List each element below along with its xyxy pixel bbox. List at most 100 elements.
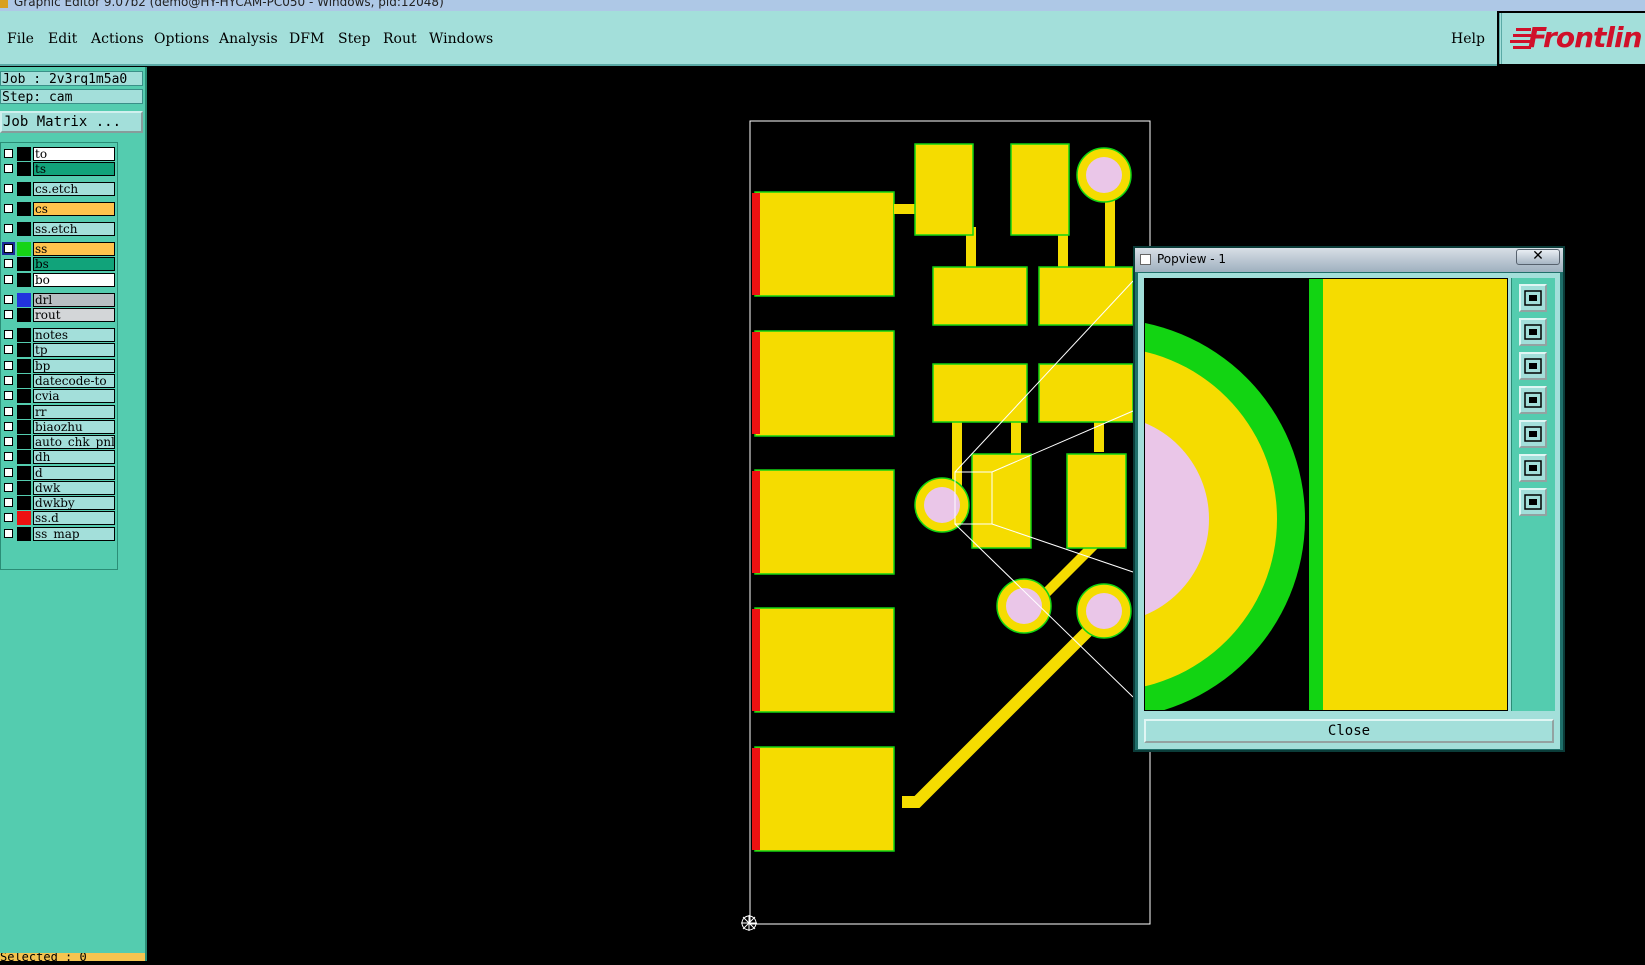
menu-help[interactable]: Help bbox=[1451, 31, 1485, 47]
menu-rout[interactable]: Rout bbox=[383, 31, 417, 47]
layer-color-swatch bbox=[17, 328, 31, 342]
layer-row-bp[interactable]: bp bbox=[1, 359, 117, 373]
popview-window-icon bbox=[1140, 254, 1151, 265]
layer-checkbox[interactable] bbox=[4, 483, 13, 492]
popview-toolbar bbox=[1511, 278, 1555, 711]
layer-color-swatch bbox=[17, 273, 31, 287]
layer-name: notes bbox=[33, 328, 115, 342]
layer-checkbox[interactable] bbox=[4, 204, 13, 213]
popview-zoom-view[interactable] bbox=[1144, 278, 1508, 711]
job-name: Job : 2v3rq1m5a0 bbox=[0, 71, 143, 86]
layer-checkbox[interactable] bbox=[4, 184, 13, 193]
layer-checkbox[interactable] bbox=[4, 149, 13, 158]
pan-down-icon[interactable] bbox=[1519, 352, 1547, 380]
pan-left-icon[interactable] bbox=[1519, 386, 1547, 414]
layer-checkbox[interactable] bbox=[2, 242, 15, 255]
menu-windows[interactable]: Windows bbox=[429, 31, 493, 47]
layer-row-bo[interactable]: bo bbox=[1, 273, 117, 287]
layer-checkbox[interactable] bbox=[4, 437, 13, 446]
layer-checkbox[interactable] bbox=[4, 376, 13, 385]
layer-row-biaozhu[interactable]: biaozhu bbox=[1, 420, 117, 434]
layer-row-to[interactable]: to bbox=[1, 147, 117, 161]
layer-checkbox[interactable] bbox=[4, 513, 13, 522]
edge-marker bbox=[752, 748, 760, 850]
menu-edit[interactable]: Edit bbox=[48, 31, 77, 47]
popview-close-button[interactable]: Close bbox=[1144, 719, 1554, 743]
selected-count-bar: Selected : 0 bbox=[0, 953, 145, 961]
window-title-bar: Graphic Editor 9.07b2 (demo@HY-HYCAM-PC0… bbox=[0, 0, 1645, 11]
smd-pad bbox=[914, 143, 974, 236]
zoom-window-icon[interactable] bbox=[1519, 284, 1547, 312]
via-drill bbox=[1086, 157, 1122, 193]
layer-checkbox[interactable] bbox=[4, 295, 13, 304]
layer-row-datecode-to[interactable]: datecode-to bbox=[1, 374, 117, 388]
popview-close-icon[interactable]: ✕ bbox=[1516, 249, 1560, 265]
popview-dialog: Popview - 1 ✕ Close bbox=[1133, 246, 1565, 752]
layer-row-rout[interactable]: rout bbox=[1, 308, 117, 322]
zoom-out-icon[interactable] bbox=[1519, 488, 1547, 516]
layer-name: dwk bbox=[33, 481, 115, 495]
layer-row-auto-chk-pnl[interactable]: auto_chk_pnl bbox=[1, 435, 117, 449]
layer-checkbox[interactable] bbox=[4, 259, 13, 268]
layer-row-cs-etch[interactable]: cs.etch bbox=[1, 182, 117, 196]
layer-name: bp bbox=[33, 359, 115, 373]
pan-up-icon[interactable] bbox=[1519, 318, 1547, 346]
layer-row-ss-etch[interactable]: ss.etch bbox=[1, 222, 117, 236]
smd-pad bbox=[1038, 363, 1134, 423]
layer-row-dh[interactable]: dh bbox=[1, 450, 117, 464]
layer-checkbox[interactable] bbox=[4, 345, 13, 354]
menu-step[interactable]: Step bbox=[338, 31, 370, 47]
smd-pad bbox=[932, 266, 1028, 326]
layer-checkbox[interactable] bbox=[4, 224, 13, 233]
menu-actions[interactable]: Actions bbox=[91, 31, 144, 47]
layer-row-tp[interactable]: tp bbox=[1, 343, 117, 357]
menu-file[interactable]: File bbox=[7, 31, 34, 47]
step-name: Step: cam bbox=[0, 89, 143, 104]
layer-name: ss.etch bbox=[33, 222, 115, 236]
layer-row-notes[interactable]: notes bbox=[1, 328, 117, 342]
layer-checkbox[interactable] bbox=[4, 468, 13, 477]
layer-name: ss_map bbox=[33, 527, 115, 541]
layer-row-rr[interactable]: rr bbox=[1, 405, 117, 419]
menu-options[interactable]: Options bbox=[154, 31, 209, 47]
layer-row-ts[interactable]: ts bbox=[1, 162, 117, 176]
layer-checkbox[interactable] bbox=[4, 529, 13, 538]
layer-name: biaozhu bbox=[33, 420, 115, 434]
layer-checkbox[interactable] bbox=[4, 275, 13, 284]
layer-color-swatch bbox=[17, 450, 31, 464]
layer-checkbox[interactable] bbox=[4, 330, 13, 339]
layer-row-d[interactable]: d bbox=[1, 466, 117, 480]
layer-name: cs bbox=[33, 202, 115, 216]
menu-dfm[interactable]: DFM bbox=[289, 31, 324, 47]
layer-row-cvia[interactable]: cvia bbox=[1, 389, 117, 403]
pan-right-icon[interactable] bbox=[1519, 420, 1547, 448]
zoom-in-icon[interactable] bbox=[1519, 454, 1547, 482]
layer-row-drl[interactable]: drl bbox=[1, 293, 117, 307]
popview-body: Close bbox=[1138, 273, 1560, 749]
layer-name: to bbox=[33, 147, 115, 161]
layer-checkbox[interactable] bbox=[4, 407, 13, 416]
layer-name: dh bbox=[33, 450, 115, 464]
layer-checkbox[interactable] bbox=[4, 391, 13, 400]
window-title: Graphic Editor 9.07b2 (demo@HY-HYCAM-PC0… bbox=[14, 0, 444, 9]
layer-row-ss-map[interactable]: ss_map bbox=[1, 527, 117, 541]
layer-row-cs[interactable]: cs bbox=[1, 202, 117, 216]
job-matrix-button[interactable]: Job Matrix ... bbox=[0, 111, 143, 133]
brand-name: Frontlin bbox=[1528, 21, 1643, 54]
layer-checkbox[interactable] bbox=[4, 164, 13, 173]
layer-row-dwkby[interactable]: dwkby bbox=[1, 496, 117, 510]
layer-row-dwk[interactable]: dwk bbox=[1, 481, 117, 495]
layer-checkbox[interactable] bbox=[4, 310, 13, 319]
popview-title-bar[interactable]: Popview - 1 ✕ bbox=[1135, 248, 1563, 272]
layer-color-swatch bbox=[17, 420, 31, 434]
layer-row-bs[interactable]: bs bbox=[1, 257, 117, 271]
layer-name: drl bbox=[33, 293, 115, 307]
menu-analysis[interactable]: Analysis bbox=[219, 31, 278, 47]
layer-checkbox[interactable] bbox=[4, 452, 13, 461]
layer-row-ss[interactable]: ss bbox=[1, 242, 117, 256]
layer-checkbox[interactable] bbox=[4, 422, 13, 431]
layer-checkbox[interactable] bbox=[4, 361, 13, 370]
layer-color-swatch bbox=[17, 481, 31, 495]
layer-checkbox[interactable] bbox=[4, 498, 13, 507]
layer-row-ss-d[interactable]: ss.d bbox=[1, 511, 117, 525]
